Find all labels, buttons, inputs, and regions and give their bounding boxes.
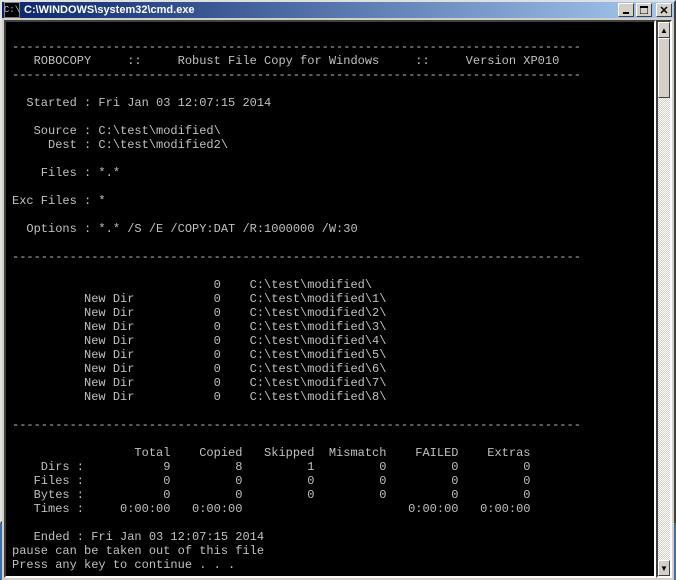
scroll-down-button[interactable]: ▼ (658, 560, 670, 576)
scroll-up-button[interactable]: ▲ (658, 22, 670, 38)
scroll-thumb[interactable] (658, 38, 670, 98)
window-title: C:\WINDOWS\system32\cmd.exe (24, 4, 618, 16)
console-area: ----------------------------------------… (2, 18, 674, 580)
window-controls (618, 3, 672, 17)
titlebar[interactable]: C:\ C:\WINDOWS\system32\cmd.exe (2, 2, 674, 18)
close-button[interactable] (656, 3, 672, 17)
vertical-scrollbar[interactable]: ▲ ▼ (656, 20, 672, 578)
cmd-window: C:\ C:\WINDOWS\system32\cmd.exe --------… (0, 0, 676, 523)
maximize-button[interactable] (636, 3, 652, 17)
minimize-button[interactable] (618, 3, 634, 17)
cmd-icon: C:\ (4, 2, 20, 18)
console-output[interactable]: ----------------------------------------… (4, 20, 656, 578)
scroll-track[interactable] (658, 38, 670, 560)
